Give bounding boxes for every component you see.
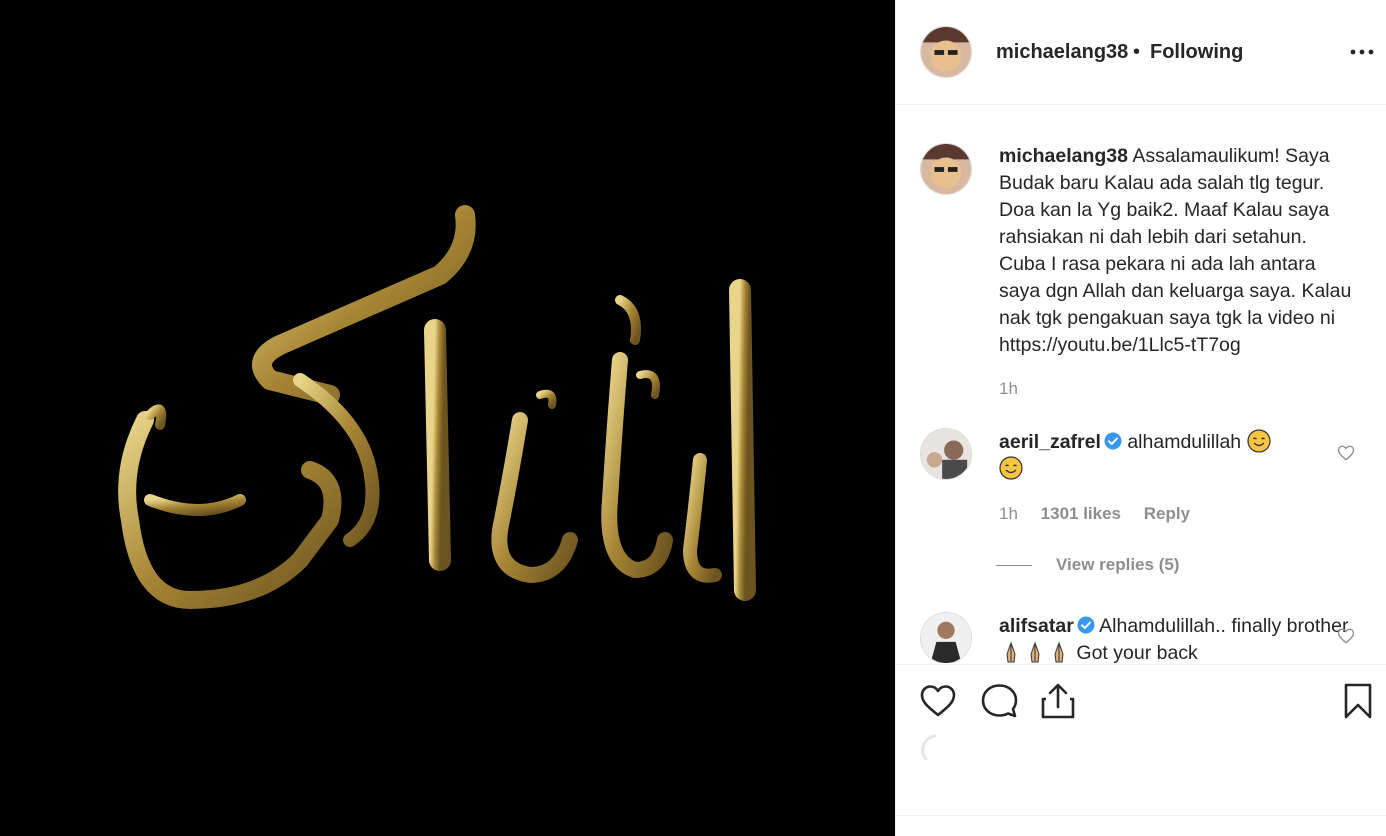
comment-icon[interactable] <box>980 682 1018 720</box>
praying-hands-emoji-icon <box>1006 641 1016 663</box>
calligraphy-artwork <box>0 0 895 836</box>
view-replies-button[interactable]: View replies (5) <box>996 555 1179 575</box>
comment-avatar[interactable] <box>920 428 972 480</box>
praying-hands-emoji-icon <box>1030 641 1040 663</box>
like-comment-heart-icon[interactable] <box>1337 444 1355 462</box>
post-header: michaelang38 • Following <box>896 0 1386 105</box>
comments-list[interactable]: michaelang38 Assalamaulikum! Saya Budak … <box>896 106 1386 663</box>
caption-time[interactable]: 1h <box>999 379 1018 398</box>
comment-username[interactable]: alifsatar <box>999 615 1074 637</box>
smiling-emoji-icon <box>999 456 1023 480</box>
loading-spinner-icon <box>921 734 937 761</box>
caption-avatar[interactable] <box>920 143 972 195</box>
verified-badge-icon <box>1104 432 1122 450</box>
separator-dot: • <box>1133 41 1141 63</box>
like-comment-heart-icon[interactable] <box>1337 627 1355 645</box>
bookmark-icon[interactable] <box>1339 682 1377 720</box>
verified-badge-icon <box>1077 616 1095 634</box>
follow-status-button[interactable]: Following <box>1150 41 1243 64</box>
more-options-icon[interactable] <box>1350 47 1374 57</box>
heart-icon[interactable] <box>919 682 957 720</box>
comment-avatar[interactable] <box>920 612 972 663</box>
comment-text: aeril_zafrel alhamdulillah <box>999 429 1354 483</box>
action-bar <box>896 664 1386 816</box>
comment-body: alhamdulillah <box>1127 431 1242 453</box>
comment-text: alifsatar Alhamdulillah.. finally brothe… <box>999 613 1354 663</box>
comment-username[interactable]: aeril_zafrel <box>999 431 1101 453</box>
author-avatar[interactable] <box>920 26 972 78</box>
caption-body: Assalamaulikum! Saya Budak baru Kalau ad… <box>999 145 1352 356</box>
comment-body-continued: Got your back <box>1076 642 1198 663</box>
share-icon[interactable] <box>1039 682 1077 720</box>
comment-time[interactable]: 1h <box>999 504 1018 523</box>
comment-meta: 1h 1301 likes Reply <box>999 504 1208 524</box>
bottom-divider <box>896 815 1386 816</box>
caption-meta: 1h <box>999 379 1036 399</box>
comment-likes[interactable]: 1301 likes <box>1041 504 1121 523</box>
post-sidebar: michaelang38 • Following michaelang38 As… <box>895 0 1386 836</box>
author-username[interactable]: michaelang38 <box>996 41 1128 64</box>
smiling-emoji-icon <box>1246 429 1271 453</box>
reply-button[interactable]: Reply <box>1144 504 1190 523</box>
caption-text: michaelang38 Assalamaulikum! Saya Budak … <box>999 143 1354 359</box>
post-image[interactable] <box>0 0 895 836</box>
caption-username[interactable]: michaelang38 <box>999 145 1128 167</box>
view-replies-label: View replies (5) <box>1056 555 1180 574</box>
comment-body: Alhamdulillah.. finally brother <box>1099 615 1349 637</box>
praying-hands-emoji-icon <box>1054 641 1064 663</box>
divider-line <box>996 565 1032 567</box>
